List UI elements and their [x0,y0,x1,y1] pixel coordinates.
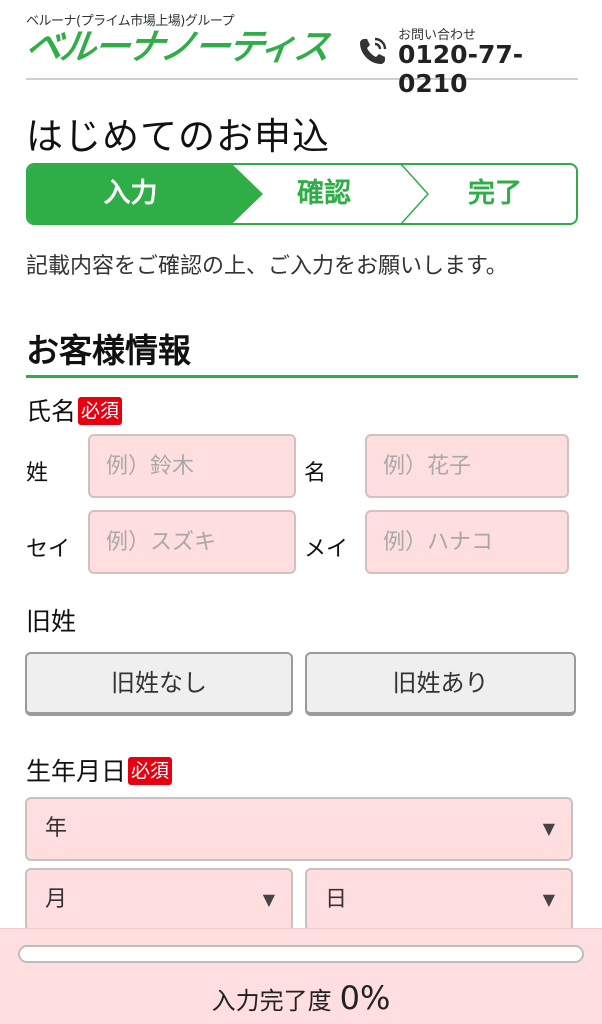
phone-icon [360,37,387,64]
required-badge: 必須 [128,757,173,785]
last-name-label: 姓 [26,461,49,486]
step-indicator: 入力 確認 完了 [26,163,578,225]
progress-label: 入力完了度 [211,987,332,1015]
required-badge: 必須 [78,397,123,425]
birthdate-field-label: 生年月日 必須 [26,752,173,788]
first-name-input[interactable] [365,434,569,498]
first-name-label: 名 [304,461,327,486]
last-name-kana-label: セイ [26,537,71,562]
birth-month-select[interactable]: 月 ▼ [25,868,293,932]
section-title-customer-info: お客様情報 [26,324,578,378]
birth-month-value: 月 [45,887,68,912]
contact-block[interactable]: お問い合わせ 0120-77-0210 [356,20,576,98]
caret-down-icon: ▼ [262,890,275,909]
step-confirm: 確認 [238,165,410,223]
birth-day-select[interactable]: 日 ▼ [305,868,573,932]
step-input: 入力 [28,165,263,223]
last-name-kana-input[interactable] [88,510,296,574]
first-name-kana-label: メイ [304,537,349,562]
progress-text: 入力完了度 0% [0,979,602,1017]
brand-logo[interactable]: ベルーナノーティス [23,27,331,68]
birthdate-label: 生年月日 [26,757,127,786]
maiden-name-none-button[interactable]: 旧姓なし [25,652,293,716]
caret-down-icon: ▼ [542,890,555,909]
maiden-name-label: 旧姓 [26,607,77,636]
first-name-kana-input[interactable] [365,510,569,574]
birth-year-value: 年 [45,816,68,841]
last-name-input[interactable] [88,434,296,498]
step-input-label: 入力 [103,178,158,209]
step-complete-label: 完了 [468,178,522,209]
birth-year-select[interactable]: 年 ▼ [25,797,573,861]
birth-day-value: 日 [325,887,348,912]
completion-progress-panel: 入力完了度 0% [0,928,602,1024]
intro-text: 記載内容をご確認の上、ご入力をお願いします。 [26,254,508,279]
name-label: 氏名 [26,397,77,426]
page-title: はじめてのお申込 [26,115,330,158]
step-complete: 完了 [410,165,576,223]
maiden-name-exists-button[interactable]: 旧姓あり [305,652,576,716]
caret-down-icon: ▼ [542,819,555,838]
site-header: ベルーナ(プライム市場上場)グループ ベルーナノーティス お問い合わせ 0120… [23,8,578,98]
progress-bar [18,945,584,963]
step-confirm-label: 確認 [297,178,351,209]
contact-phone-number[interactable]: 0120-77-0210 [398,40,576,98]
progress-percent: 0% [339,979,391,1017]
name-field-label: 氏名 必須 [26,392,123,428]
